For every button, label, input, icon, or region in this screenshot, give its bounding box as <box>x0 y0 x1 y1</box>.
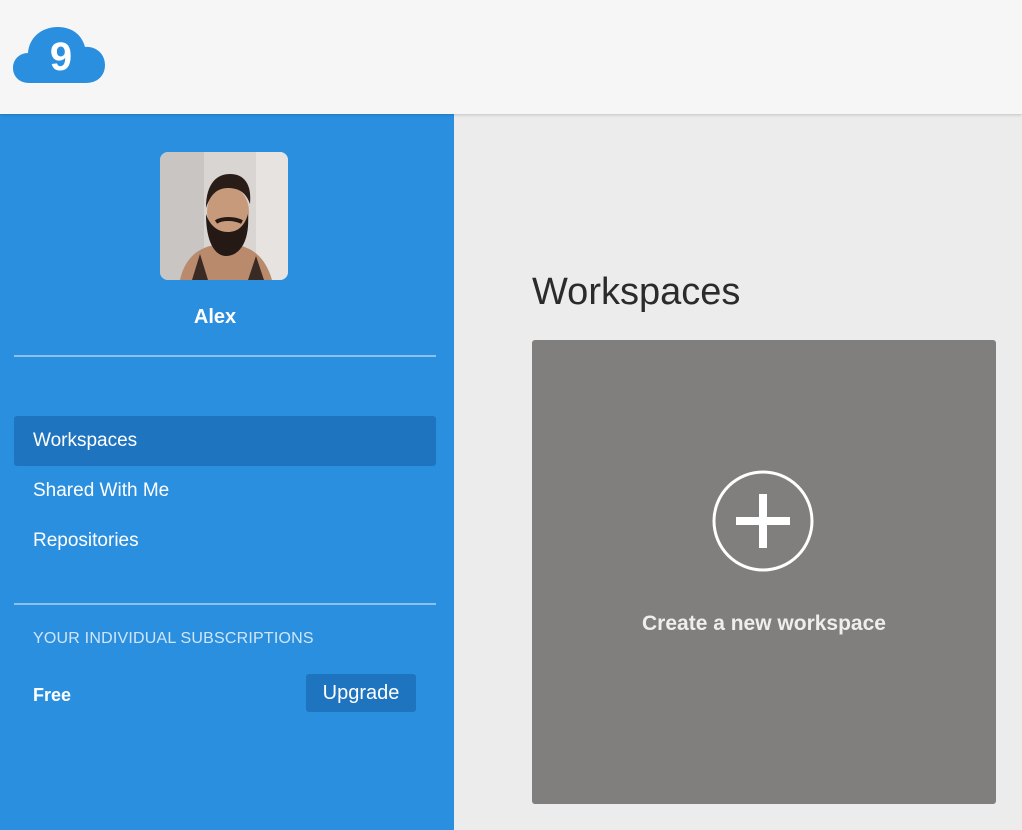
create-workspace-card[interactable]: Create a new workspace <box>532 340 996 804</box>
top-bar: 9 <box>0 0 1022 114</box>
plan-name: Free <box>33 685 72 705</box>
sidebar-item-workspaces[interactable]: Workspaces <box>14 416 436 466</box>
user-name: Alex <box>193 306 237 328</box>
sidebar-item-repositories[interactable]: Repositories <box>14 516 436 566</box>
page-title: Workspaces <box>532 271 741 313</box>
subscriptions-heading: YOUR INDIVIDUAL SUBSCRIPTIONS <box>33 630 314 647</box>
sidebar-item-shared-with-me[interactable]: Shared With Me <box>14 466 436 516</box>
logo-glyph: 9 <box>50 35 72 79</box>
divider <box>14 603 436 605</box>
main-content: Workspaces Create a new workspace <box>454 114 1022 830</box>
cloud9-logo-icon[interactable]: 9 <box>13 26 105 84</box>
create-workspace-label: Create a new workspace <box>642 612 886 635</box>
plus-circle-icon <box>712 470 814 572</box>
upgrade-button[interactable]: Upgrade <box>306 674 416 712</box>
user-avatar[interactable] <box>160 152 288 280</box>
sidebar: Alex Workspaces Shared With Me Repositor… <box>0 114 454 830</box>
divider <box>14 355 436 357</box>
